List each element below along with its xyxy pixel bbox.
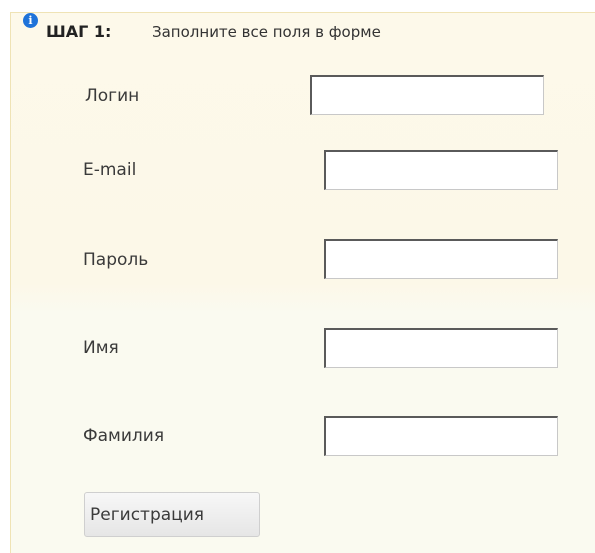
step-label: ШАГ 1:: [46, 22, 112, 41]
last-name-label: Фамилия: [83, 426, 165, 446]
password-label: Пароль: [83, 250, 149, 270]
login-input[interactable]: [310, 75, 544, 115]
email-label: E-mail: [83, 160, 137, 180]
first-name-input[interactable]: [324, 328, 558, 368]
login-label: Логин: [85, 86, 140, 106]
register-button[interactable]: Регистрация: [84, 492, 260, 537]
step-instruction: Заполните все поля в форме: [152, 23, 381, 41]
password-input[interactable]: [324, 239, 558, 279]
info-icon: i: [23, 13, 38, 28]
first-name-label: Имя: [83, 338, 119, 358]
email-input[interactable]: [324, 150, 558, 190]
last-name-input[interactable]: [324, 416, 558, 456]
